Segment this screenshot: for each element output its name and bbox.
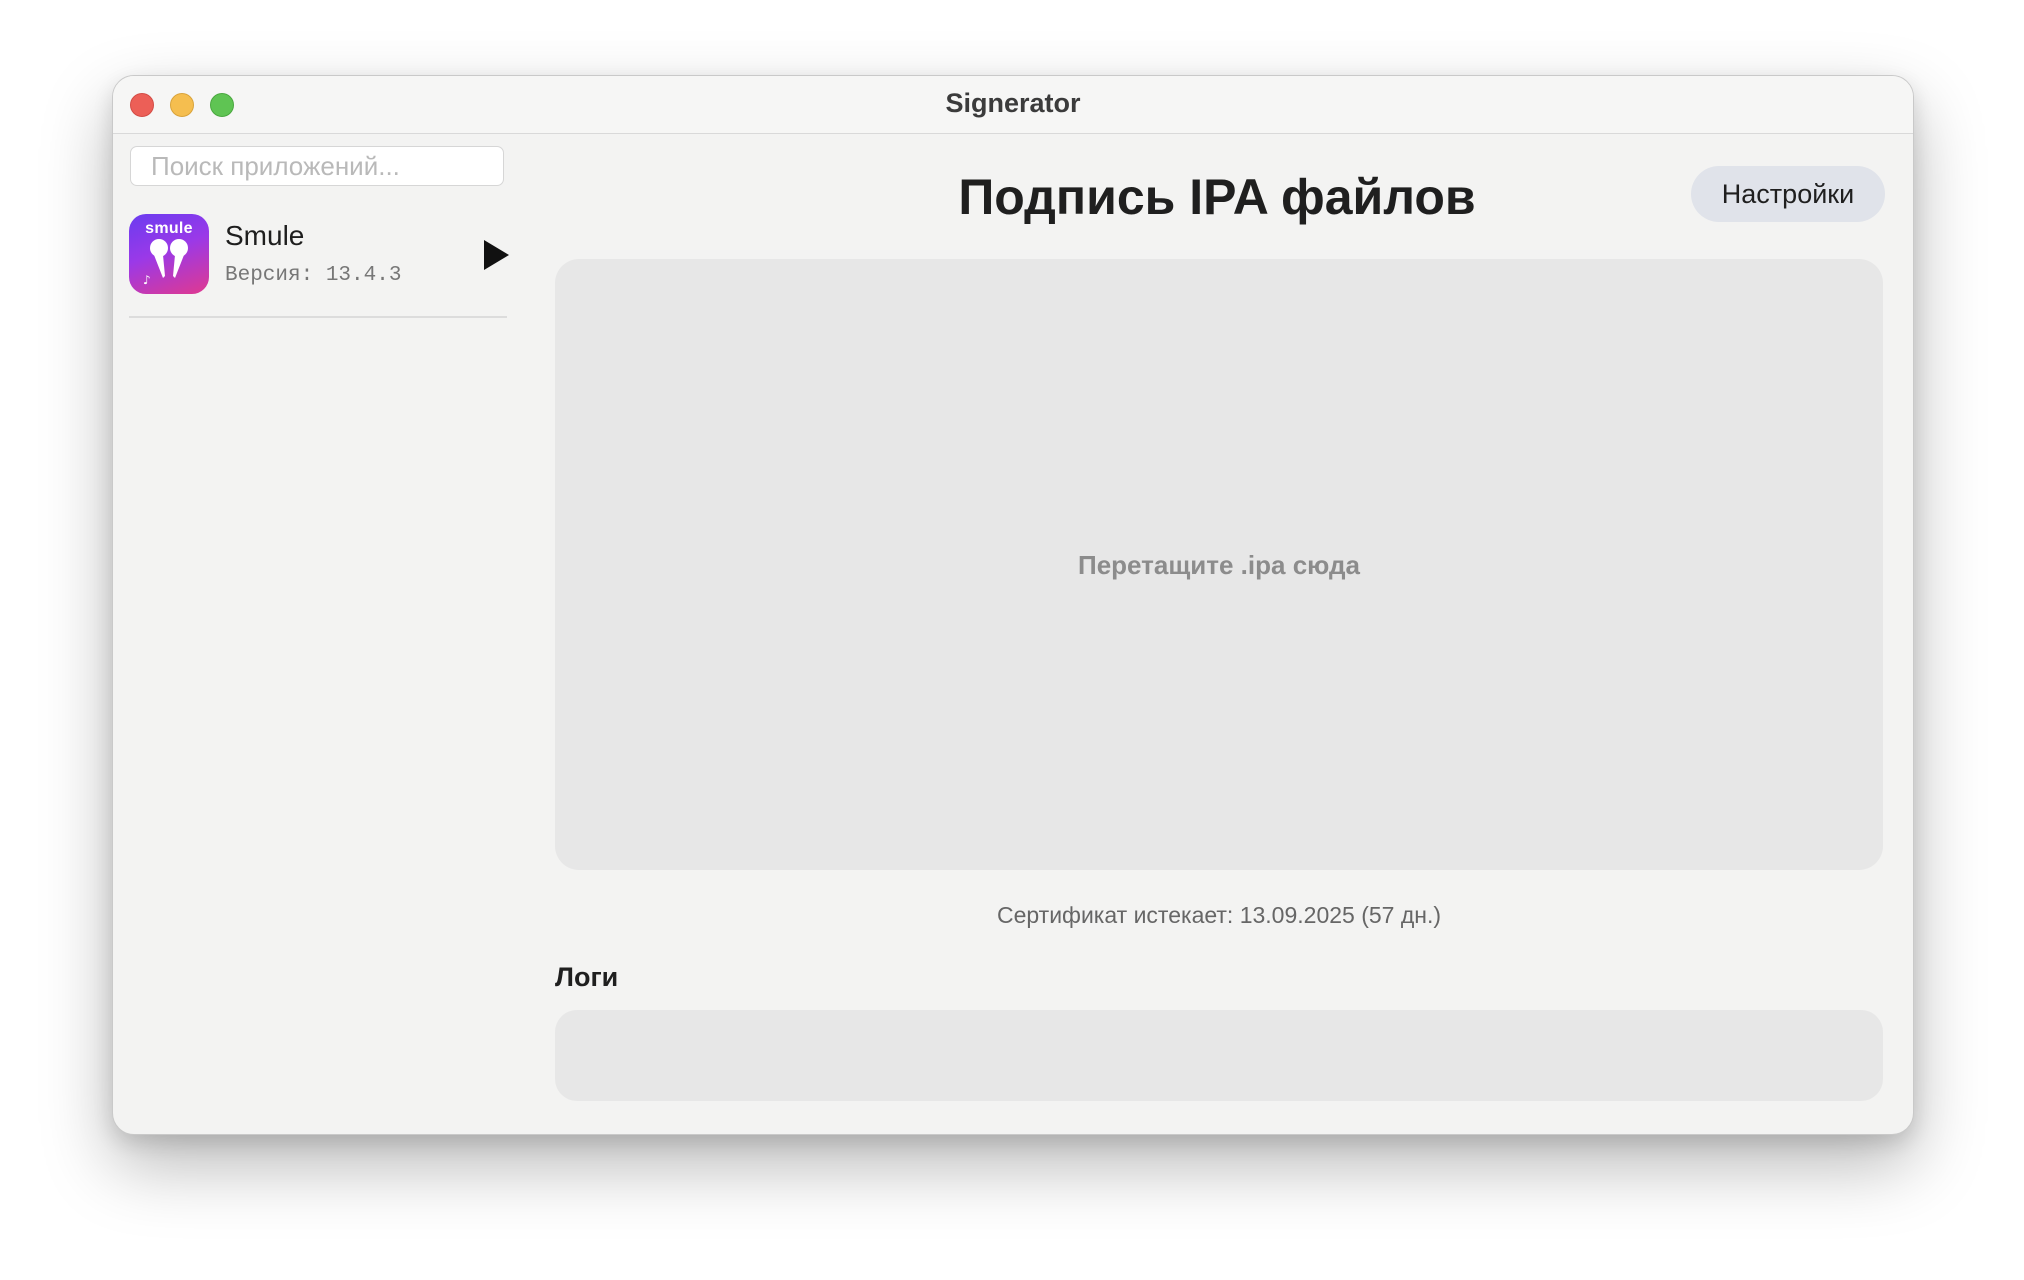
certificate-expiry-text: Сертификат истекает: 13.09.2025 (57 дн.): [996, 902, 1442, 928]
microphones-icon: ♪: [143, 239, 188, 287]
play-icon[interactable]: [481, 238, 511, 272]
sidebar: smule ♪ Smule Версия: 13.4.3: [113, 134, 513, 1134]
logs-heading: Логи: [555, 962, 619, 992]
app-window: Signerator smule ♪ Smule Версия: 13.4.3: [112, 75, 1914, 1135]
app-version: Версия: 13.4.3: [225, 264, 402, 287]
sidebar-divider: [129, 316, 507, 318]
smule-app-icon: smule ♪: [129, 214, 209, 294]
app-list-item[interactable]: smule ♪ Smule Версия: 13.4.3: [129, 214, 509, 298]
svg-text:♪: ♪: [143, 273, 151, 287]
app-name: Smule: [225, 220, 305, 251]
title-bar[interactable]: Signerator: [113, 76, 1913, 134]
ipa-drop-zone[interactable]: Перетащите .ipa сюда: [555, 259, 1883, 870]
page-title: Подпись IPA файлов: [958, 169, 1476, 225]
search-input[interactable]: [130, 146, 504, 186]
app-icon-label: smule: [145, 220, 193, 237]
window-title: Signerator: [945, 88, 1081, 118]
drop-zone-label: Перетащите .ipa сюда: [1078, 550, 1360, 580]
settings-button[interactable]: Настройки: [1691, 166, 1885, 222]
logs-panel: [555, 1010, 1883, 1101]
